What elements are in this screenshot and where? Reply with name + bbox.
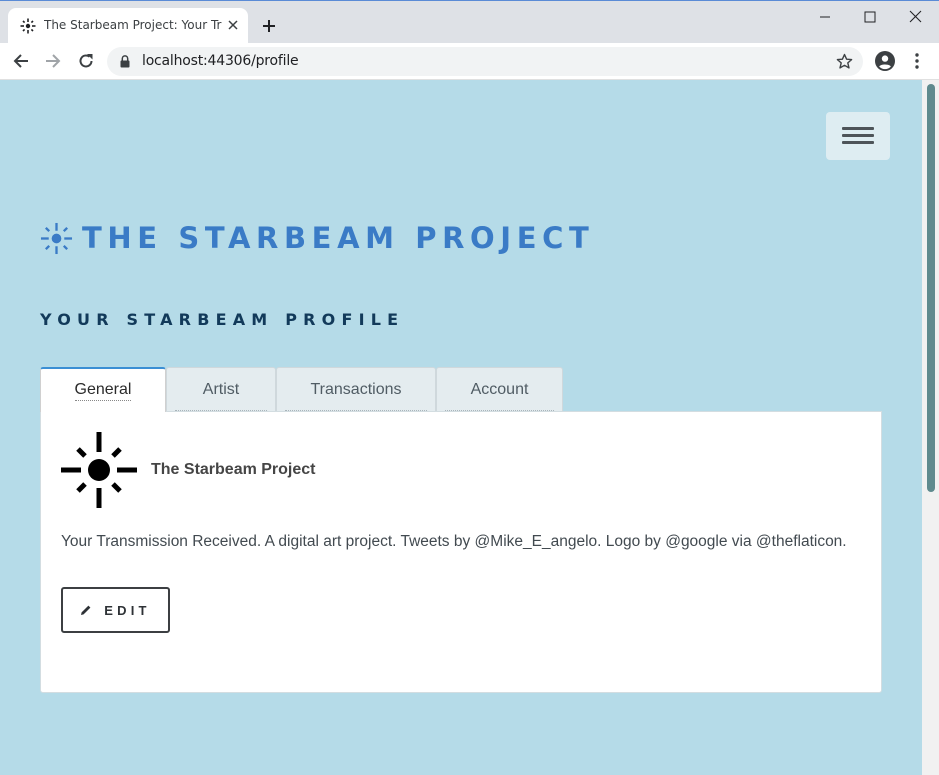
- window-close-icon[interactable]: [900, 7, 930, 27]
- minimize-icon[interactable]: [810, 7, 840, 27]
- browser-titlebar: The Starbeam Project: Your Transmission …: [0, 0, 939, 44]
- tab-general-label: General: [74, 381, 132, 401]
- starburst-icon: [20, 18, 36, 34]
- close-icon[interactable]: [226, 18, 240, 32]
- profile-name: The Starbeam Project: [151, 461, 316, 478]
- avatar: [61, 432, 137, 508]
- tab-general[interactable]: General: [40, 367, 166, 412]
- page-viewport: THE STARBEAM PROJECT YOUR STARBEAM PROFI…: [0, 80, 922, 775]
- plus-icon[interactable]: [261, 18, 277, 34]
- tab-artist[interactable]: Artist: [166, 367, 276, 411]
- scrollbar[interactable]: [922, 80, 939, 775]
- lock-icon[interactable]: [120, 55, 130, 68]
- brand-header[interactable]: THE STARBEAM PROJECT: [40, 218, 594, 258]
- tab-transactions-label: Transactions: [310, 380, 402, 398]
- tab-transactions[interactable]: Transactions: [276, 367, 436, 411]
- back-arrow-icon[interactable]: [12, 52, 30, 70]
- browser-toolbar: localhost:44306/profile: [0, 43, 939, 80]
- more-vert-icon[interactable]: [912, 52, 922, 70]
- profile-description: Your Transmission Received. A digital ar…: [61, 533, 847, 550]
- reload-icon[interactable]: [77, 52, 95, 70]
- tab-artist-label: Artist: [202, 380, 240, 398]
- bookmark-star-icon[interactable]: [836, 53, 853, 70]
- browser-tab[interactable]: The Starbeam Project: Your Transmission …: [8, 8, 248, 44]
- starburst-icon: [40, 222, 73, 254]
- forward-arrow-icon[interactable]: [44, 52, 62, 70]
- pencil-icon: [81, 605, 91, 615]
- browser-tab-title: The Starbeam Project: Your Transmission …: [44, 18, 222, 32]
- hamburger-icon: [842, 127, 874, 130]
- address-bar[interactable]: localhost:44306/profile: [107, 47, 863, 76]
- page-title: YOUR STARBEAM PROFILE: [40, 310, 405, 329]
- url-text[interactable]: localhost:44306/profile: [142, 53, 299, 69]
- hamburger-icon: [842, 134, 874, 137]
- maximize-icon[interactable]: [855, 7, 885, 27]
- menu-button[interactable]: [826, 112, 890, 160]
- hamburger-icon: [842, 141, 874, 144]
- account-icon[interactable]: [875, 51, 895, 71]
- scrollbar-thumb[interactable]: [927, 84, 935, 492]
- tab-account-label: Account: [470, 380, 529, 398]
- profile-card: The Starbeam Project Your Transmission R…: [40, 411, 882, 693]
- edit-label: EDIT: [104, 602, 151, 618]
- brand-title: THE STARBEAM PROJECT: [82, 221, 595, 255]
- edit-button[interactable]: EDIT: [61, 587, 170, 633]
- tab-account[interactable]: Account: [436, 367, 563, 411]
